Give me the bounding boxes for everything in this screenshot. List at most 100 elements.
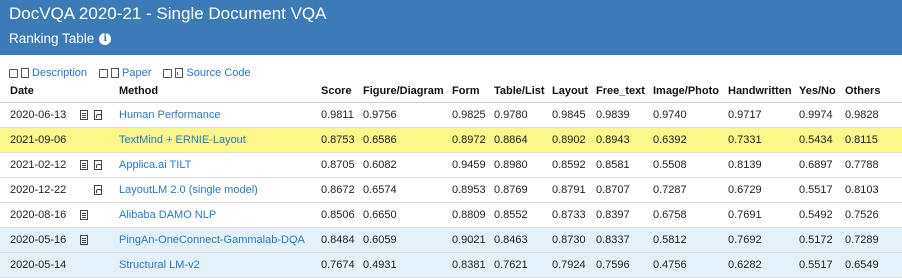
score-cell: 0.7621 xyxy=(494,252,552,278)
description-checkbox[interactable] xyxy=(9,68,18,78)
score-cell: 0.9811 xyxy=(321,102,363,128)
score-cell: 0.9974 xyxy=(799,102,845,128)
score-cell: 0.5508 xyxy=(653,152,728,178)
score-cell: 0.8753 xyxy=(321,127,363,153)
score-cell: 0.6392 xyxy=(653,127,728,153)
score-cell: 0.8791 xyxy=(552,177,596,203)
table-row: 2020-05-14 Structural LM-v2 0.7674 0.4931 0.… xyxy=(0,252,902,278)
score-cell: 0.7526 xyxy=(845,202,902,228)
method-link[interactable]: TextMind + ERNIE-Layout xyxy=(119,127,321,153)
page-title: DocVQA 2020-21 - Single Document VQA xyxy=(9,4,327,23)
date-text: 2021-09-06 xyxy=(10,134,67,146)
score-cell: 0.8707 xyxy=(596,177,653,203)
score-cell: 0.7331 xyxy=(728,127,799,153)
score-cell: 0.8809 xyxy=(452,202,494,228)
paper-toggle[interactable]: Paper xyxy=(99,67,151,79)
score-cell: 0.6586 xyxy=(363,127,452,153)
info-icon[interactable]: i xyxy=(99,33,112,45)
score-cell: 0.7289 xyxy=(845,227,902,253)
pdf-icon[interactable] xyxy=(94,185,102,195)
method-link[interactable]: Human Performance xyxy=(119,102,321,128)
column-header-date[interactable]: Date xyxy=(0,80,119,103)
score-cell: 0.8397 xyxy=(596,202,653,228)
score-cell: 0.9021 xyxy=(452,227,494,253)
score-cell: 0.5812 xyxy=(653,227,728,253)
date-cell: 2020-05-16 xyxy=(0,227,119,253)
score-cell: 0.8972 xyxy=(452,127,494,153)
score-cell: 0.6574 xyxy=(363,177,452,203)
score-cell: 0.6549 xyxy=(845,252,902,278)
method-link[interactable]: LayoutLM 2.0 (single model) xyxy=(119,177,321,203)
column-header-figure-diagram[interactable]: Figure/Diagram xyxy=(363,80,452,103)
score-cell: 0.9459 xyxy=(452,152,494,178)
column-header-others[interactable]: Others xyxy=(845,80,902,103)
score-cell: 0.9780 xyxy=(494,102,552,128)
score-cell: 0.6059 xyxy=(363,227,452,253)
score-cell: 0.7924 xyxy=(552,252,596,278)
source-code-checkbox[interactable] xyxy=(163,68,173,78)
score-cell: 0.8115 xyxy=(845,127,902,153)
description-toggle[interactable]: Description xyxy=(9,67,87,79)
pdf-icon[interactable] xyxy=(94,160,102,170)
score-cell: 0.6082 xyxy=(363,152,452,178)
source-code-toggle-label: Source Code xyxy=(186,67,251,79)
date-text: 2021-02-12 xyxy=(10,159,67,171)
column-header-layout[interactable]: Layout xyxy=(552,80,596,103)
score-cell: 0.8139 xyxy=(728,152,799,178)
description-icon[interactable] xyxy=(80,110,88,120)
description-icon[interactable] xyxy=(80,160,88,170)
column-header-image-photo[interactable]: Image/Photo xyxy=(653,80,728,103)
method-link[interactable]: PingAn-OneConnect-Gammalab-DQA xyxy=(119,227,321,253)
date-text: 2020-12-22 xyxy=(10,184,67,196)
method-link[interactable]: Alibaba DAMO NLP xyxy=(119,202,321,228)
score-cell: 0.8733 xyxy=(552,202,596,228)
score-cell: 0.5517 xyxy=(799,252,845,278)
date-cell: 2020-08-16 xyxy=(0,202,119,228)
table-row: 2021-02-12 Applica.ai TILT 0.8705 0.6082 0.9… xyxy=(0,152,902,178)
score-cell: 0.9839 xyxy=(596,102,653,128)
column-header-yes-no[interactable]: Yes/No xyxy=(799,80,845,103)
score-cell: 0.8484 xyxy=(321,227,363,253)
date-cell: 2020-06-13 xyxy=(0,102,119,128)
score-cell: 0.8864 xyxy=(494,127,552,153)
score-cell: 0.6650 xyxy=(363,202,452,228)
date-text: 2020-05-16 xyxy=(10,234,67,246)
column-header-form[interactable]: Form xyxy=(452,80,494,103)
column-header-method[interactable]: Method xyxy=(119,80,321,103)
method-link[interactable]: Applica.ai TILT xyxy=(119,152,321,178)
score-cell: 0.8381 xyxy=(452,252,494,278)
score-cell: 0.9756 xyxy=(363,102,452,128)
column-header-score[interactable]: Score xyxy=(321,80,363,103)
score-cell: 0.5517 xyxy=(799,177,845,203)
description-icon[interactable] xyxy=(80,235,88,245)
score-cell: 0.8103 xyxy=(845,177,902,203)
column-header-table-list[interactable]: Table/List xyxy=(494,80,552,103)
source-code-toggle[interactable]: Source Code xyxy=(163,67,251,79)
score-cell: 0.7788 xyxy=(845,152,902,178)
score-cell: 0.5492 xyxy=(799,202,845,228)
date-cell: 2021-09-06 xyxy=(0,127,119,153)
score-cell: 0.8769 xyxy=(494,177,552,203)
method-link[interactable]: Structural LM-v2 xyxy=(119,252,321,278)
page-header: DocVQA 2020-21 - Single Document VQA Ran… xyxy=(0,0,902,55)
description-icon[interactable] xyxy=(80,210,88,220)
score-cell: 0.8953 xyxy=(452,177,494,203)
table-row: 2020-06-13 Human Performance 0.9811 0.9756 0… xyxy=(0,102,902,128)
description-toggle-label: Description xyxy=(32,67,88,79)
table-row: 2020-05-16 PingAn-OneConnect-Gammalab-DQA… xyxy=(0,227,902,253)
score-cell: 0.8592 xyxy=(552,152,596,178)
date-text: 2020-06-13 xyxy=(10,109,67,121)
score-cell: 0.6758 xyxy=(653,202,728,228)
score-cell: 0.8463 xyxy=(494,227,552,253)
score-cell: 0.8672 xyxy=(321,177,363,203)
table-header-row: Date Method Score Figure/Diagram Form Ta… xyxy=(0,80,902,103)
source-code-icon xyxy=(175,68,184,78)
pdf-icon[interactable] xyxy=(94,110,102,120)
column-header-free-text[interactable]: Free_text xyxy=(596,80,653,103)
ranking-table-heading: Ranking Table i xyxy=(9,30,893,48)
ranking-table-label: Ranking Table xyxy=(9,31,95,46)
column-toggles: Description Paper Source Code xyxy=(0,55,902,80)
paper-checkbox[interactable] xyxy=(99,68,109,78)
column-header-handwritten[interactable]: Handwritten xyxy=(728,80,799,103)
score-cell: 0.7692 xyxy=(728,227,799,253)
